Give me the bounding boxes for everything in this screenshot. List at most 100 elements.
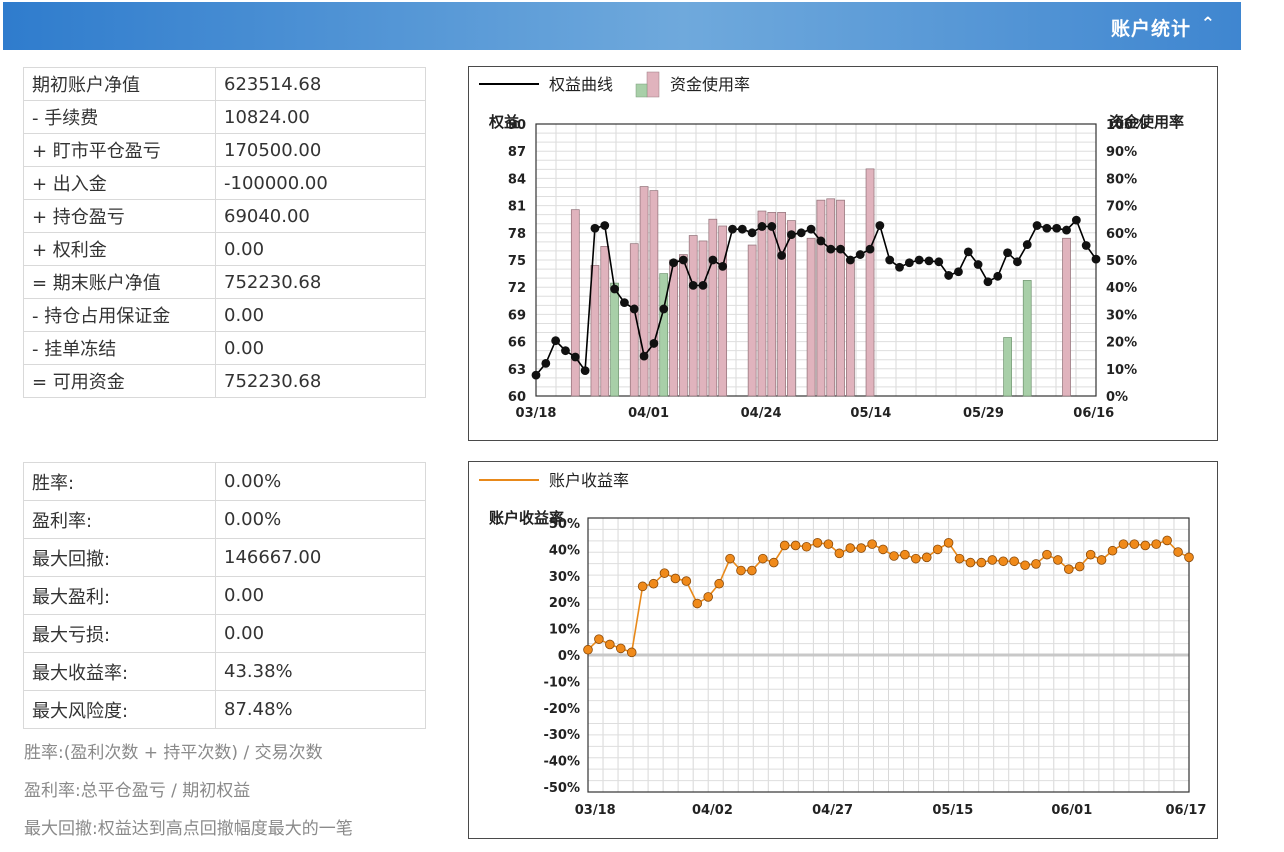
equity-point: [698, 280, 708, 290]
account-label: = 可用资金: [23, 364, 216, 398]
yield-point: [1151, 539, 1162, 549]
usage-bar: [698, 240, 708, 397]
double-chevron-up-icon[interactable]: ⌃: [1201, 14, 1215, 34]
yield-point: [1009, 556, 1019, 567]
y2-axis-label: 资金使用率: [1109, 113, 1184, 131]
account-value: 0.00: [215, 331, 426, 365]
usage-bar: [708, 218, 718, 397]
usage-bar: [865, 168, 875, 397]
performance-label: 最大盈利:: [23, 576, 216, 615]
yield-point: [1020, 560, 1030, 571]
performance-row: 最大亏损: 0.00: [23, 614, 426, 653]
yield-point: [1085, 549, 1096, 560]
equity-point: [551, 336, 561, 346]
equity-point: [669, 258, 678, 268]
account-value: 0.00: [215, 232, 426, 266]
equity-point: [629, 304, 639, 314]
yield-point: [1031, 559, 1041, 569]
y2-tick-label: 50%: [1106, 254, 1137, 269]
equity-point: [649, 339, 659, 348]
performance-value: 0.00%: [215, 462, 426, 501]
header-title: 账户统计: [1110, 18, 1191, 40]
equity-point: [728, 224, 737, 234]
account-row: - 挂单冻结 0.00: [23, 331, 426, 365]
usage-bar: [1062, 237, 1071, 397]
x-tick-label: 06/16: [1073, 406, 1114, 421]
equity-point: [620, 298, 629, 308]
yield-point: [845, 543, 856, 553]
yield-point: [1140, 540, 1151, 551]
equity-point: [1081, 241, 1091, 250]
equity-point: [954, 267, 963, 277]
yield-point: [878, 544, 888, 555]
yield-point: [692, 598, 703, 609]
yield-chart: 50%40%30%20%10%0%-10%-20%-30%-40%-50%账户收…: [479, 471, 1207, 818]
y-tick-label: -50%: [543, 781, 580, 796]
x-tick-label: 05/15: [932, 803, 973, 818]
account-label: 期初账户净值: [23, 67, 216, 101]
y-tick-label: 72: [508, 281, 526, 296]
usage-bar: [600, 246, 610, 397]
y-axis-label: 账户收益率: [489, 509, 564, 527]
y-tick-label: 81: [508, 200, 526, 215]
performance-label: 最大亏损:: [23, 614, 216, 653]
performance-label: 最大风险度:: [23, 690, 216, 729]
performance-label: 盈利率:: [23, 500, 216, 539]
equity-point: [914, 255, 924, 265]
yield-point: [812, 538, 823, 548]
equity-point: [1032, 221, 1042, 230]
yield-point: [823, 539, 834, 549]
equity-point: [934, 257, 944, 267]
usage-bar: [1003, 337, 1012, 397]
yield-point: [605, 639, 615, 650]
equity-point: [865, 244, 875, 254]
yield-point: [747, 565, 757, 576]
yield-point: [1129, 539, 1140, 549]
account-row: 期初账户净值 623514.68: [23, 67, 426, 101]
performance-value: 0.00: [215, 614, 426, 653]
equity-point: [855, 250, 865, 259]
y-tick-label: 66: [508, 336, 526, 351]
x-tick-label: 04/27: [812, 803, 853, 818]
yield-point: [1096, 555, 1107, 565]
equity-point: [570, 352, 580, 362]
legend-usage-swatch-green: [635, 83, 648, 98]
account-label: - 手续费: [23, 100, 216, 134]
y-tick-label: -10%: [543, 675, 580, 690]
x-tick-label: 04/01: [628, 406, 669, 421]
y-tick-label: 63: [508, 363, 526, 378]
equity-point: [610, 284, 619, 294]
equity-point: [973, 260, 983, 269]
y-tick-label: 78: [508, 227, 526, 242]
equity-point: [806, 224, 816, 234]
equity-point: [1042, 223, 1052, 233]
x-tick-label: 06/17: [1166, 803, 1207, 818]
y-tick-label: 87: [508, 145, 526, 160]
equity-point: [845, 255, 855, 265]
usage-bar: [767, 212, 777, 397]
usage-bar: [826, 198, 836, 397]
yield-point: [998, 556, 1009, 567]
y-tick-label: 84: [508, 172, 526, 187]
equity-point: [1003, 248, 1012, 258]
equity-point: [796, 228, 806, 238]
performance-value: 146667.00: [215, 538, 426, 577]
x-tick-label: 04/24: [741, 406, 782, 421]
usage-bar: [649, 190, 659, 397]
yield-point: [1063, 564, 1074, 574]
equity-point: [767, 222, 777, 231]
y2-tick-label: 20%: [1106, 336, 1137, 351]
y2-tick-label: 90%: [1106, 145, 1137, 160]
equity-point: [1052, 223, 1062, 233]
equity-point: [580, 366, 590, 376]
yield-point: [659, 568, 670, 578]
yield-point: [965, 557, 976, 568]
header-bar: 账户统计 ⌃: [3, 2, 1241, 50]
account-value: 752230.68: [215, 364, 426, 398]
equity-point: [826, 244, 836, 254]
performance-row: 最大回撤: 146667.00: [23, 538, 426, 577]
y-tick-label: 69: [508, 308, 526, 323]
legend-usage-label: 资金使用率: [670, 75, 750, 94]
account-label: + 持仓盈亏: [23, 199, 216, 233]
legend-usage-swatch: [646, 71, 660, 98]
